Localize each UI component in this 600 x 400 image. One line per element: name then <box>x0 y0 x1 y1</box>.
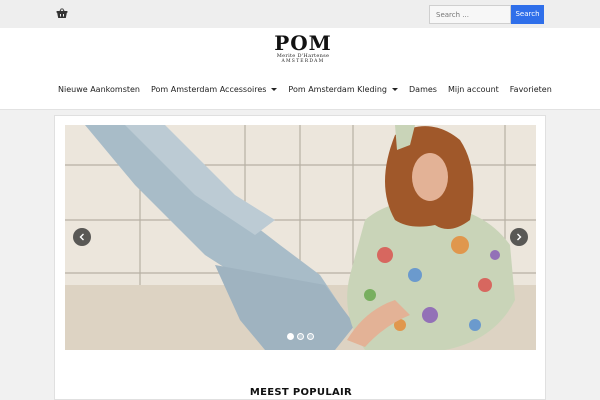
slider-next-button[interactable] <box>510 228 528 246</box>
nav-item-label: Dames <box>409 84 437 94</box>
logo-wordmark: POM <box>274 31 332 55</box>
main-navigation: Nieuwe Aankomsten Pom Amsterdam Accessoi… <box>58 82 563 96</box>
nav-item-favorieten[interactable]: Favorieten <box>510 85 552 94</box>
slider-pagination <box>285 333 315 340</box>
nav-item-label: Mijn account <box>447 84 499 94</box>
hero-image <box>65 125 536 350</box>
search-input[interactable] <box>429 5 511 24</box>
nav-item-mijn-account[interactable]: Mijn account <box>448 85 499 94</box>
chevron-left-icon <box>79 233 84 241</box>
basket-icon[interactable] <box>56 7 68 19</box>
caret-down-icon <box>271 87 278 91</box>
top-bar: Search <box>0 0 600 28</box>
hero-slider[interactable] <box>65 125 536 350</box>
site-header: POM Merite D'Hartense AMSTERDAM Nieuwe A… <box>0 28 600 110</box>
nav-item-label: Pom Amsterdam Accessoires <box>150 84 267 94</box>
section-title: MEEST POPULAIR <box>249 387 353 398</box>
nav-item-nieuwe-aankomsten[interactable]: Nieuwe Aankomsten <box>58 85 140 94</box>
search-button[interactable]: Search <box>511 5 544 24</box>
nav-item-label: Pom Amsterdam Kleding <box>288 84 387 94</box>
nav-item-label: Favorieten <box>509 84 552 94</box>
main-content: MEEST POPULAIR <box>54 115 546 400</box>
nav-item-label: Nieuwe Aankomsten <box>58 84 140 94</box>
nav-item-dames[interactable]: Dames <box>409 85 437 94</box>
slider-dot[interactable] <box>286 333 294 340</box>
slider-prev-button[interactable] <box>73 228 91 246</box>
slider-dot[interactable] <box>306 333 314 340</box>
slider-dot[interactable] <box>296 333 304 340</box>
caret-down-icon <box>392 87 398 91</box>
site-logo[interactable]: POM Merite D'Hartense AMSTERDAM <box>270 33 336 67</box>
nav-item-accessoires[interactable]: Pom Amsterdam Accessoires <box>150 84 278 94</box>
logo-city: AMSTERDAM <box>281 59 325 64</box>
nav-item-kleding[interactable]: Pom Amsterdam Kleding <box>288 85 398 94</box>
chevron-right-icon <box>517 233 522 241</box>
